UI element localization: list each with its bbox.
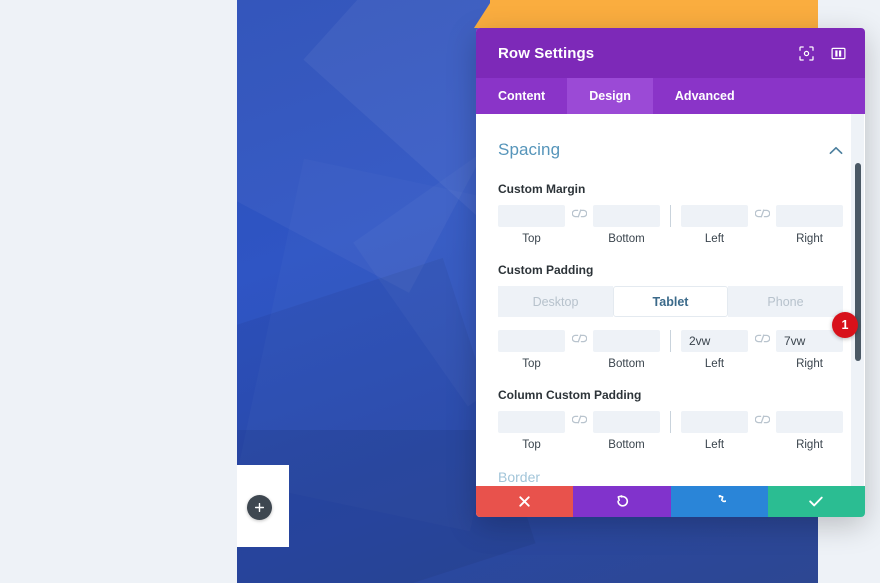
orange-banner-shape [474,0,818,28]
link-leftright-margin-icon[interactable] [748,205,776,218]
column-padding-bottom-caption: Bottom [608,439,645,451]
modal-tab-bar: Content Design Advanced [476,78,865,114]
link-leftright-column-padding-icon[interactable] [748,411,776,424]
padding-top-cell: Top [498,330,565,370]
add-module-button[interactable] [247,495,272,520]
tab-design[interactable]: Design [567,78,653,114]
margin-top-caption: Top [522,233,541,245]
link-topbottom-padding-icon[interactable] [565,330,593,343]
column-padding-left-input[interactable] [681,411,748,433]
link-leftright-padding-icon[interactable] [748,330,776,343]
custom-margin-label: Custom Margin [498,182,586,196]
link-topbottom-margin-icon[interactable] [565,205,593,218]
layout-columns-icon[interactable] [827,42,849,64]
padding-left-cell: Left [681,330,748,370]
column-padding-left-caption: Left [704,439,725,451]
margin-right-caption: Right [796,233,823,245]
scrollbar-track[interactable] [851,114,864,486]
tab-advanced[interactable]: Advanced [653,78,757,114]
column-padding-left-cell: Left [681,411,748,451]
custom-padding-fields: Top Bottom 2vw Left 7vw Right [498,330,843,370]
field-divider [670,330,671,352]
cancel-button[interactable] [476,486,574,517]
padding-top-input[interactable] [498,330,565,352]
column-padding-top-input[interactable] [498,411,565,433]
checkmark-icon [809,496,824,507]
undo-arrow-icon [617,494,628,507]
section-title: Spacing [498,140,561,159]
margin-top-cell: Top [498,205,565,245]
field-divider [670,205,671,227]
padding-left-input[interactable] [681,330,748,352]
chevron-up-icon[interactable] [829,146,843,155]
padding-left-caption: Left [704,358,725,370]
add-module-card [237,465,289,547]
column-padding-bottom-input[interactable] [593,411,660,433]
padding-right-cell: Right [776,330,843,370]
next-section-title-partial[interactable]: Border [498,469,843,485]
link-topbottom-column-padding-icon[interactable] [565,411,593,424]
close-x-icon [519,496,530,507]
custom-margin-group: Custom Margin Top Bottom Left Right [498,182,843,245]
padding-right-input[interactable] [776,330,843,352]
save-button[interactable] [767,486,865,517]
device-tab-phone[interactable]: Phone [728,286,843,317]
margin-left-cell: Left [681,205,748,245]
column-custom-padding-label: Column Custom Padding [498,388,642,402]
margin-right-cell: Right [776,205,843,245]
tab-content[interactable]: Content [476,78,567,114]
custom-padding-label: Custom Padding [498,263,594,277]
column-padding-right-input[interactable] [776,411,843,433]
padding-bottom-cell: Bottom [593,330,660,370]
custom-padding-group: Custom Padding Desktop Tablet Phone Top [498,263,843,370]
margin-bottom-cell: Bottom [593,205,660,245]
margin-left-input[interactable] [681,205,748,227]
column-padding-right-cell: Right [776,411,843,451]
column-padding-right-caption: Right [796,439,823,451]
margin-top-input[interactable] [498,205,565,227]
expand-fullscreen-icon[interactable] [795,42,817,64]
margin-bottom-caption: Bottom [608,233,645,245]
margin-bottom-input[interactable] [593,205,660,227]
modal-header: Row Settings [476,28,865,78]
margin-left-caption: Left [704,233,725,245]
field-divider [670,411,671,433]
device-tab-group: Desktop Tablet Phone [498,286,843,317]
column-custom-padding-fields: Top Bottom Left Right [498,411,843,451]
padding-top-caption: Top [522,358,541,370]
padding-right-caption: Right [796,358,823,370]
device-tab-tablet[interactable]: Tablet [613,286,728,317]
status-badge: 1 [832,312,858,338]
page-title: Row Settings [498,44,595,62]
modal-footer-actions [476,486,865,517]
custom-margin-fields: Top Bottom Left Right [498,205,843,245]
redo-button[interactable] [670,486,768,517]
modal-body: Spacing Custom Margin Top Bottom Left Ri… [476,114,865,486]
spacing-section-header[interactable]: Spacing [498,140,843,160]
column-custom-padding-group: Column Custom Padding Top Bottom Left Ri… [498,388,843,451]
padding-bottom-input[interactable] [593,330,660,352]
redo-arrow-icon [718,494,727,502]
undo-button[interactable] [573,486,671,517]
column-padding-bottom-cell: Bottom [593,411,660,451]
padding-bottom-caption: Bottom [608,358,645,370]
row-settings-modal: Row Settings Content Design Advanced Spa… [476,28,865,517]
device-tab-desktop[interactable]: Desktop [498,286,613,317]
margin-right-input[interactable] [776,205,843,227]
column-padding-top-caption: Top [522,439,541,451]
column-padding-top-cell: Top [498,411,565,451]
